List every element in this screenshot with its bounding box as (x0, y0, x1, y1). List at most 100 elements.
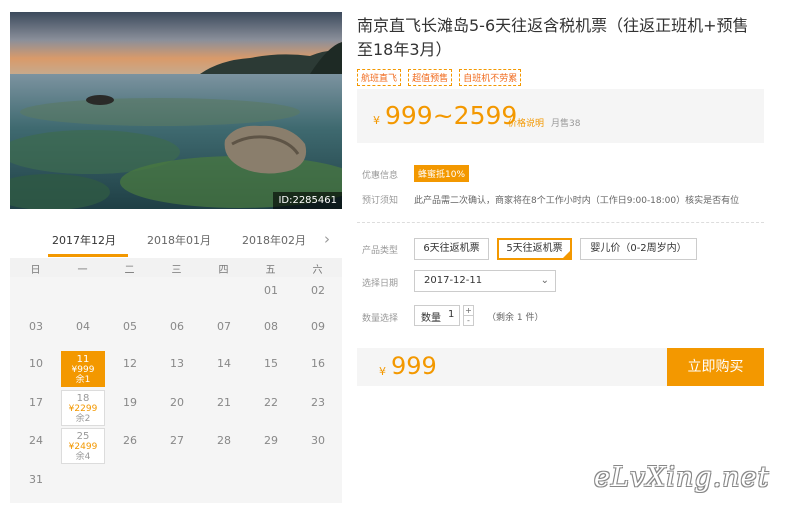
calendar-day-number: 10 (29, 357, 43, 370)
calendar-day: 20 (155, 392, 199, 409)
tag-presale: 超值预售 (408, 69, 453, 86)
quantity-stepper: + - (463, 305, 474, 326)
calendar-day-number: 14 (217, 357, 231, 370)
date-select[interactable]: 2017-12-11 ⌄ (414, 270, 556, 292)
calendar-day: 16 (296, 353, 340, 370)
calendar-day: 26 (108, 430, 152, 447)
calendar-day: 23 (296, 392, 340, 409)
chevron-right-icon[interactable]: › (324, 230, 330, 248)
quantity-plus-button[interactable]: + (464, 306, 473, 316)
calendar-day-number: 15 (264, 357, 278, 370)
calendar-day-stock: 余4 (75, 452, 91, 462)
calendar-day-number: 30 (311, 434, 325, 447)
calendar-day: 06 (155, 316, 199, 333)
coupon-badge: 蜂蜜抵10% (414, 165, 470, 182)
currency-symbol: ¥ (373, 114, 380, 127)
offer-label: 优惠信息 (362, 171, 399, 181)
price-note-link[interactable]: 价格说明 (508, 116, 544, 129)
product-photo: ID:2285461 (10, 12, 342, 209)
calendar-day: 17 (14, 392, 58, 409)
calendar-day-number: 22 (264, 396, 278, 409)
month-tab-2017-12[interactable]: 2017年12月 (52, 232, 116, 248)
type-option-6day[interactable]: 6天往返机票 (414, 238, 489, 260)
quantity-label: 数量选择 (362, 314, 399, 324)
weekday-label: 二 (124, 265, 135, 276)
booking-notice: 此产品需二次确认，商家将在8个工作小时内（工作日9:00-18:00）核实是否有… (414, 196, 740, 206)
calendar-day-number: 05 (123, 320, 137, 333)
calendar-day-number: 24 (29, 434, 43, 447)
calendar-day: 29 (249, 430, 293, 447)
month-tab-2018-02[interactable]: 2018年02月 (242, 232, 306, 248)
calendar-day: 07 (202, 316, 246, 333)
calendar-day: 13 (155, 353, 199, 370)
quantity-field[interactable]: 数量 1 (414, 305, 460, 326)
calendar-day: 14 (202, 353, 246, 370)
calendar-day-number: 08 (264, 320, 278, 333)
price-panel: ¥ 999~2599 价格说明 月售38 (357, 89, 764, 143)
calendar-day-number: 11 (76, 354, 90, 365)
calendar-day: 27 (155, 430, 199, 447)
type-option-5day[interactable]: 5天往返机票 (497, 238, 572, 260)
active-month-indicator (48, 254, 128, 257)
quantity-field-label: 数量 (421, 313, 441, 324)
calendar-day-number: 19 (123, 396, 137, 409)
calendar-day-price: ¥999 (71, 365, 95, 375)
calendar-day-number: 23 (311, 396, 325, 409)
type-option-infant[interactable]: 婴儿价（0-2周岁内） (580, 238, 697, 260)
calendar-day: 01 (249, 280, 293, 297)
calendar-day: 15 (249, 353, 293, 370)
section-divider (357, 222, 764, 223)
calendar-day-number: 27 (170, 434, 184, 447)
monthly-sales: 月售38 (551, 119, 581, 129)
calendar-day-number: 03 (29, 320, 43, 333)
calendar-day-number: 13 (170, 357, 184, 370)
calendar-day: 05 (108, 316, 152, 333)
calendar-day-selected[interactable]: 11 ¥999 余1 (61, 351, 105, 387)
calendar-day: 31 (14, 469, 58, 486)
site-watermark: eLvXing.net (594, 462, 770, 493)
calendar-day-number: 06 (170, 320, 184, 333)
calendar-month-tabs: 2017年12月 2018年01月 2018年02月 › (10, 230, 342, 258)
remaining-stock: （剩余 1 件） (487, 313, 544, 323)
weekday-label: 日 (30, 265, 41, 276)
month-tab-2018-01[interactable]: 2018年01月 (147, 232, 211, 248)
weekday-label: 三 (171, 265, 182, 276)
calendar-day: 19 (108, 392, 152, 409)
beach-landscape-image (10, 12, 342, 209)
calendar-day: 02 (296, 280, 340, 297)
calendar-day-number: 29 (264, 434, 278, 447)
calendar-day: 09 (296, 316, 340, 333)
calendar-day-number: 17 (29, 396, 43, 409)
calendar-day-stock: 余2 (75, 414, 91, 424)
calendar-weekday-header: 日一二三四五六 (10, 258, 342, 277)
calendar-day-number: 25 (76, 431, 90, 442)
photo-id-label: ID:2285461 (273, 192, 342, 209)
calendar-day-price: ¥2299 (68, 404, 98, 414)
buy-now-button[interactable]: 立即购买 (667, 348, 764, 386)
calendar-day: 30 (296, 430, 340, 447)
calendar-day: 03 (14, 316, 58, 333)
calendar-day-number: 02 (311, 284, 325, 297)
calendar-day-number: 16 (311, 357, 325, 370)
notice-label: 预订须知 (362, 196, 399, 206)
price-range: 999~2599 (385, 101, 518, 130)
tag-direct-flight: 航班直飞 (357, 69, 402, 86)
weekday-label: 六 (312, 265, 323, 276)
product-type-label: 产品类型 (362, 246, 399, 256)
tag-comfort: 自班机不劳累 (459, 69, 522, 86)
calendar-grid: 01 02 03 04 05 06 07 08 09 10 11 ¥999 余1 12 13 14 15 16 17… (10, 277, 342, 503)
product-title: 南京直飞长滩岛5-6天往返含税机票（往返正班机+预售至18年3月） (357, 16, 749, 59)
date-label: 选择日期 (362, 279, 399, 289)
calendar-day-available[interactable]: 18 ¥2299 余2 (61, 390, 105, 426)
date-value: 2017-12-11 (424, 275, 483, 286)
chevron-down-icon: ⌄ (540, 275, 549, 286)
calendar-day-available[interactable]: 25 ¥2499 余4 (61, 428, 105, 464)
calendar-day-number: 07 (217, 320, 231, 333)
calendar-day: 21 (202, 392, 246, 409)
calendar-day-number: 18 (76, 393, 90, 404)
calendar-day: 08 (249, 316, 293, 333)
calendar-day-number: 09 (311, 320, 325, 333)
calendar-day-number: 04 (76, 320, 90, 333)
total-currency-symbol: ¥ (379, 365, 386, 378)
quantity-minus-button[interactable]: - (464, 316, 473, 326)
